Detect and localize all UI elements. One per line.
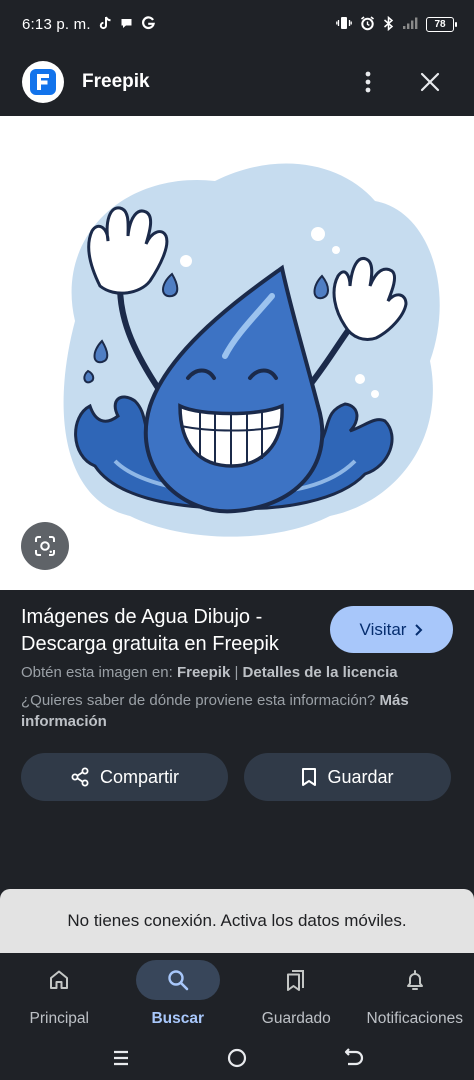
nav-item-guardado[interactable]: Guardado xyxy=(237,953,356,1035)
bookmark-icon xyxy=(302,768,317,786)
recent-apps-button[interactable] xyxy=(109,1046,133,1070)
back-button[interactable] xyxy=(341,1046,365,1070)
nav-label: Buscar xyxy=(151,1010,205,1027)
share-button-label: Compartir xyxy=(99,766,179,787)
status-right: 78 xyxy=(336,15,457,33)
snackbar-message: No tienes conexión. Activa los datos móv… xyxy=(67,911,407,930)
recent-apps-icon xyxy=(114,1050,128,1065)
source-link[interactable]: Freepik xyxy=(177,664,230,681)
info-question: ¿Quieres saber de dónde proviene esta in… xyxy=(21,692,376,709)
lens-search-button[interactable] xyxy=(21,522,69,570)
share-button[interactable]: Compartir xyxy=(21,753,228,801)
vibrate-icon xyxy=(336,16,352,32)
google-icon xyxy=(141,16,155,32)
lens-icon xyxy=(35,536,55,556)
preview-image[interactable] xyxy=(0,116,474,590)
nav-label: Principal xyxy=(29,1010,89,1027)
visit-button[interactable]: Visitar xyxy=(330,606,453,653)
license-link[interactable]: Detalles de la licencia xyxy=(243,664,398,681)
site-name: Freepik xyxy=(82,71,150,92)
status-bar: 6:13 p. m. 78 xyxy=(0,0,474,48)
search-icon xyxy=(168,970,189,991)
offline-snackbar: No tienes conexión. Activa los datos móv… xyxy=(0,889,474,953)
water-drop-illustration xyxy=(63,163,440,537)
nav-pill xyxy=(17,960,101,1000)
chat-bubble-icon xyxy=(120,17,133,32)
home-icon xyxy=(50,970,69,989)
alarm-icon xyxy=(360,15,375,33)
share-icon xyxy=(71,767,89,787)
status-time: 6:13 p. m. xyxy=(22,15,91,33)
back-icon xyxy=(344,1047,364,1065)
nav-item-principal[interactable]: Principal xyxy=(0,953,119,1035)
freepik-logo-icon xyxy=(30,69,56,95)
app-header: Freepik xyxy=(0,48,474,116)
close-icon xyxy=(420,72,440,92)
system-navigation-bar xyxy=(0,1035,474,1080)
circle-home-icon xyxy=(227,1048,247,1067)
more-options-button[interactable] xyxy=(346,60,390,104)
nav-label: Guardado xyxy=(261,1010,331,1027)
source-line: Obtén esta imagen en: Freepik | Detalles… xyxy=(21,664,461,681)
chevron-right-icon xyxy=(415,623,423,636)
signal-icon xyxy=(402,16,418,32)
bell-icon xyxy=(406,970,423,990)
nav-pill xyxy=(254,960,338,1000)
status-left: 6:13 p. m. xyxy=(22,16,155,33)
bottom-navigation: Principal Buscar Guardado Notificaciones xyxy=(0,953,474,1035)
visit-button-label: Visitar xyxy=(359,619,407,639)
nav-pill xyxy=(135,960,220,1000)
collections-icon xyxy=(287,970,305,991)
source-separator: | xyxy=(234,664,239,681)
nav-label: Notificaciones xyxy=(366,1010,464,1027)
site-logo[interactable] xyxy=(22,61,64,103)
result-title[interactable]: Imágenes de Agua Dibujo - Descarga gratu… xyxy=(21,604,321,658)
battery-indicator: 78 xyxy=(426,16,457,32)
nav-item-notificaciones[interactable]: Notificaciones xyxy=(356,953,474,1035)
close-button[interactable] xyxy=(408,60,452,104)
bluetooth-icon xyxy=(383,15,394,33)
save-button[interactable]: Guardar xyxy=(244,753,451,801)
save-button-label: Guardar xyxy=(327,766,394,787)
home-system-button[interactable] xyxy=(225,1046,249,1070)
tiktok-icon xyxy=(99,16,112,32)
nav-item-buscar[interactable]: Buscar xyxy=(119,953,238,1035)
info-line: ¿Quieres saber de dónde proviene esta in… xyxy=(21,690,451,732)
more-vert-icon xyxy=(365,71,371,93)
source-prefix: Obtén esta imagen en: xyxy=(21,664,173,681)
nav-pill xyxy=(373,960,457,1000)
